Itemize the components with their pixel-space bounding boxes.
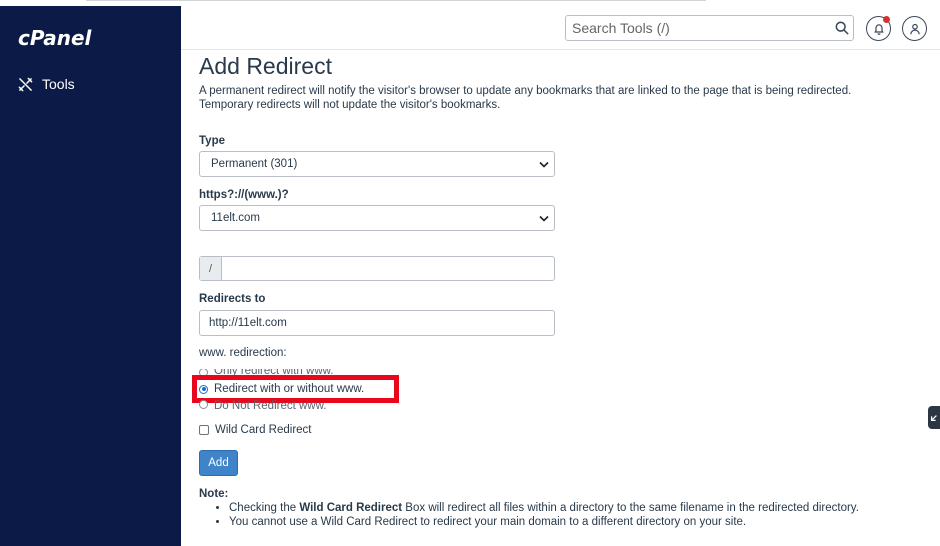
wildcard-redirect-row[interactable]: Wild Card Redirect xyxy=(199,424,312,436)
search-input[interactable] xyxy=(565,15,854,41)
sidebar: cPanel Tools xyxy=(0,6,181,546)
domain-select-value: 11elt.com xyxy=(211,212,261,224)
path-prefix: / xyxy=(200,257,222,280)
user-menu-button[interactable] xyxy=(902,16,927,41)
note-list: Checking the Wild Card Redirect Box will… xyxy=(215,501,915,529)
radio-button[interactable] xyxy=(199,400,208,409)
redirects-to-label: Redirects to xyxy=(199,293,266,305)
user-icon xyxy=(909,23,920,34)
side-panel-tab[interactable] xyxy=(928,406,940,429)
notifications-button[interactable] xyxy=(866,16,891,41)
radio-button-selected[interactable] xyxy=(199,384,208,394)
wildcard-label: Wild Card Redirect xyxy=(215,424,312,436)
sidebar-item-label: Tools xyxy=(42,76,75,92)
radio-do-not-redirect-www[interactable]: Do Not Redirect www. xyxy=(199,400,326,409)
radio-with-or-without-www[interactable]: Redirect with or without www. xyxy=(199,383,364,395)
type-select[interactable]: Permanent (301) xyxy=(199,151,555,177)
wildcard-checkbox[interactable] xyxy=(199,425,209,435)
page-title: Add Redirect xyxy=(199,53,332,79)
www-redirection-label: www. redirection: xyxy=(199,347,287,359)
page-description: A permanent redirect will notify the vis… xyxy=(199,85,852,111)
notification-badge xyxy=(883,16,890,23)
path-input[interactable] xyxy=(222,257,554,280)
type-select-value: Permanent (301) xyxy=(211,158,298,170)
type-label: Type xyxy=(199,135,225,147)
top-header xyxy=(181,6,940,50)
note-title: Note: xyxy=(199,488,229,500)
radio-label: Do Not Redirect www. xyxy=(214,400,327,409)
cpanel-logo[interactable]: cPanel xyxy=(18,26,91,50)
domain-select[interactable]: 11elt.com xyxy=(199,205,555,231)
chevron-down-icon xyxy=(539,161,549,168)
note-item: You cannot use a Wild Card Redirect to r… xyxy=(229,515,915,529)
add-button[interactable]: Add xyxy=(199,450,238,476)
top-divider xyxy=(86,0,706,1)
tools-icon xyxy=(18,77,33,92)
note-item: Checking the Wild Card Redirect Box will… xyxy=(229,501,915,515)
path-input-group: / xyxy=(199,256,555,281)
search-icon[interactable] xyxy=(835,21,849,35)
domain-label: https?://(www.)? xyxy=(199,189,289,201)
collapse-arrow-icon xyxy=(930,414,937,421)
bell-icon xyxy=(873,23,884,35)
radio-label: Redirect with or without www. xyxy=(214,383,365,395)
chevron-down-icon xyxy=(539,215,549,222)
sidebar-item-tools[interactable]: Tools xyxy=(18,76,75,92)
redirects-to-input[interactable] xyxy=(199,310,555,336)
